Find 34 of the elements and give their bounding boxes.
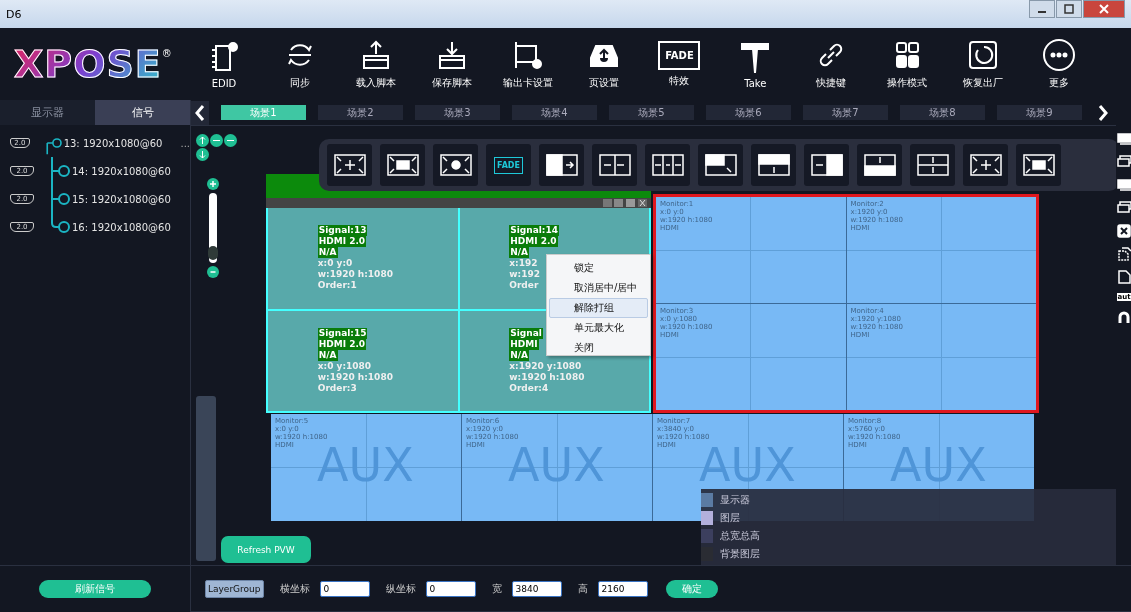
legend-label: 背景图层 bbox=[720, 547, 760, 561]
layer-info: w:1920 h:1080 bbox=[317, 371, 393, 383]
signal-tag: Signal:14 bbox=[509, 225, 559, 237]
signal-tag: N/A bbox=[317, 349, 338, 361]
signal-tag: HDMI 2.0 bbox=[317, 236, 367, 248]
layer-info: x:1920 y:1080 bbox=[509, 360, 582, 372]
field-label: 高 bbox=[577, 581, 588, 596]
field-label: 宽 bbox=[491, 581, 502, 596]
signal-tag: HDMI 2.0 bbox=[317, 338, 367, 350]
layer-info: Order:3 bbox=[317, 382, 357, 394]
field-label: 纵坐标 bbox=[385, 581, 416, 596]
signal-tag: N/A bbox=[509, 349, 530, 361]
signal-tag: HDMI 2.0 bbox=[509, 236, 558, 248]
signal-tag: HDMI bbox=[509, 338, 539, 350]
layer-info: w:192 bbox=[509, 269, 540, 281]
window-title: D6 bbox=[6, 7, 22, 21]
field-label: 横坐标 bbox=[279, 581, 310, 596]
layer-info: Order bbox=[509, 280, 539, 292]
layer-info: x:192 bbox=[509, 258, 538, 270]
signal-tag: N/A bbox=[317, 247, 338, 259]
layer-info: x:0 y:0 bbox=[317, 258, 353, 270]
layer-info: w:1920 h:1080 bbox=[509, 371, 585, 383]
fade-icon: FADE bbox=[658, 40, 701, 70]
layer-info: w:1920 h:1080 bbox=[317, 269, 393, 281]
signal-tag: Signal:13 bbox=[317, 225, 368, 237]
signal-tag: N/A bbox=[509, 247, 530, 259]
layer-info: Order:1 bbox=[317, 280, 357, 292]
layer-info: Order:4 bbox=[509, 382, 549, 394]
legend-label: 显示器 bbox=[720, 493, 750, 507]
layer-info: x:0 y:1080 bbox=[317, 360, 372, 372]
signal-tag: Signal bbox=[509, 327, 543, 339]
registered-mark: ® bbox=[161, 48, 172, 59]
legend-label: 总宽总高 bbox=[720, 529, 760, 543]
signal-tag: Signal:15 bbox=[317, 327, 368, 339]
